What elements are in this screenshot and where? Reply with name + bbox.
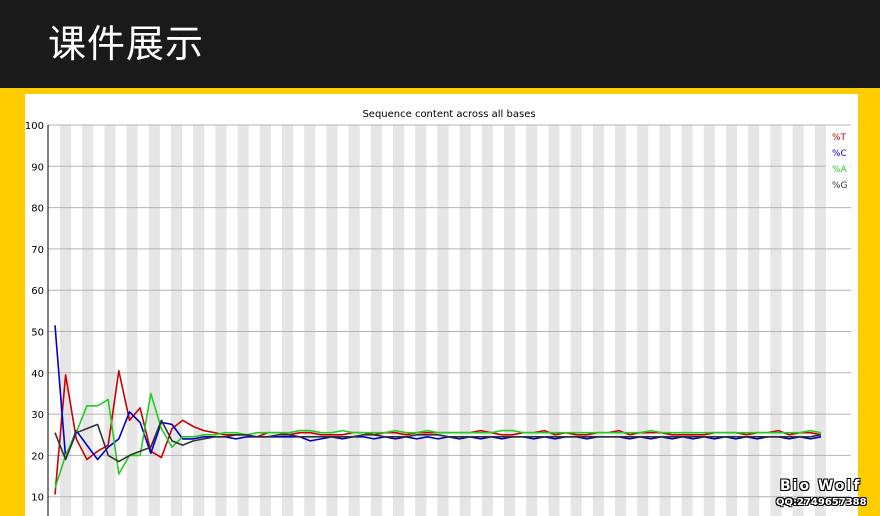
position-stripe [681, 125, 693, 516]
position-stripe [570, 125, 582, 516]
legend: %T %C %A %G [826, 129, 850, 192]
position-stripe [237, 125, 249, 516]
position-stripe [326, 125, 338, 516]
y-tick-label: 10 [31, 493, 44, 504]
position-stripe [348, 125, 360, 516]
position-stripe [82, 125, 94, 516]
position-stripe [193, 125, 205, 516]
y-tick-label: 100 [25, 121, 44, 132]
position-stripe [792, 125, 804, 516]
position-stripe [504, 125, 516, 516]
y-tick-labels: 100 90 80 70 60 50 40 30 20 10 [25, 121, 44, 504]
position-stripe [748, 125, 760, 516]
y-tick-label: 50 [31, 328, 44, 339]
legend-entry: %A [832, 165, 848, 175]
y-tick-label: 20 [31, 451, 44, 462]
position-stripes [60, 125, 826, 516]
position-stripe [215, 125, 227, 516]
position-stripe [415, 125, 427, 516]
position-stripe [548, 125, 560, 516]
y-tick-label: 40 [31, 369, 44, 380]
position-stripe [393, 125, 405, 516]
position-stripe [592, 125, 604, 516]
position-stripe [459, 125, 471, 516]
y-tick-label: 60 [31, 286, 44, 297]
watermark-name: Bio Wolf [780, 478, 862, 494]
y-tick-label: 90 [31, 162, 44, 173]
position-stripe [637, 125, 649, 516]
position-stripe [171, 125, 183, 516]
sequence-content-chart: 100 90 80 70 60 50 40 30 20 10 %T %C %A %G Sequence … [25, 109, 851, 516]
position-stripe [370, 125, 382, 516]
legend-entry: %G [832, 181, 848, 191]
watermark-contact: QQ:2749657388 [776, 497, 867, 508]
position-stripe [481, 125, 493, 516]
position-stripe [615, 125, 627, 516]
position-stripe [659, 125, 671, 516]
y-tick-label: 70 [31, 245, 44, 256]
position-stripe [526, 125, 538, 516]
position-stripe [259, 125, 271, 516]
y-tick-label: 30 [31, 410, 44, 421]
position-stripe [726, 125, 738, 516]
legend-entry: %C [832, 149, 847, 159]
legend-entry: %T [832, 133, 847, 143]
position-stripe [814, 125, 826, 516]
position-stripe [703, 125, 715, 516]
position-stripe [437, 125, 449, 516]
position-stripe [304, 125, 316, 516]
position-stripe [770, 125, 782, 516]
chart-title: Sequence content across all bases [362, 109, 535, 120]
position-stripe [148, 125, 160, 516]
y-tick-label: 80 [31, 204, 44, 215]
position-stripe [282, 125, 294, 516]
